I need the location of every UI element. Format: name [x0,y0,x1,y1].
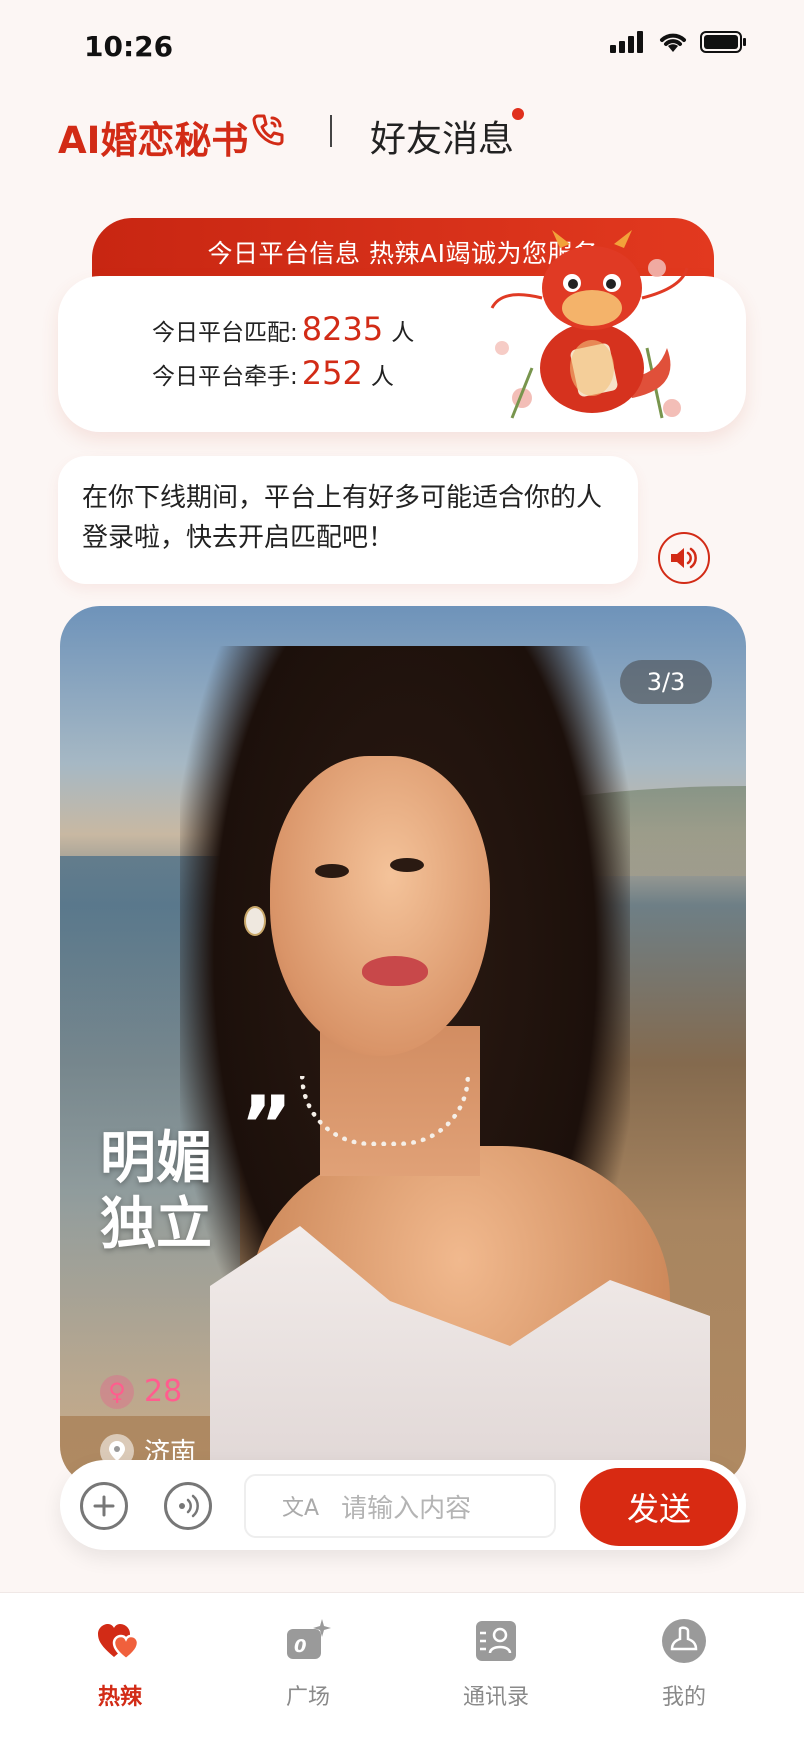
match-unit: 人 [391,320,415,346]
voice-input-button[interactable] [164,1482,212,1530]
gender-age: ♀ 28 [100,1374,182,1409]
status-bar: 10:26 [0,0,804,96]
photo-eye-right [390,858,424,872]
svg-text:0: 0 [294,1636,307,1657]
input-bar: 文A 请输入内容 发送 [60,1460,746,1550]
message-input[interactable]: 文A 请输入内容 [244,1474,556,1538]
app-title[interactable]: AI婚恋秘书 [58,110,248,164]
tab-label-mine: 我的 [661,1685,706,1710]
match-label: 今日平台匹配: [152,320,298,346]
play-audio-button[interactable] [658,532,710,584]
add-button[interactable] [80,1482,128,1530]
tab-mine[interactable]: 我的 [624,1617,744,1711]
send-button[interactable]: 发送 [580,1468,738,1546]
tagline-line-2: 独立 [100,1192,212,1257]
camera-sparkle-icon: 0 [287,1619,331,1659]
voice-wave-icon [179,1494,199,1518]
female-icon: ♀ [100,1374,134,1409]
header-divider [330,115,332,147]
hearts-icon [98,1624,140,1661]
contacts-icon [476,1621,516,1661]
speaker-icon [671,547,697,569]
tab-label-hot: 热辣 [97,1685,142,1710]
tab-label-contacts: 通讯录 [462,1685,529,1710]
hand-stat: 今日平台牵手: 252 人 [152,354,394,392]
tab-contacts[interactable]: 通讯录 [436,1617,556,1711]
photo-lips [362,956,428,986]
match-value: 8235 [301,310,384,348]
dragon-mascot-icon [490,230,689,419]
wifi-icon [660,33,686,52]
profile-icon [662,1619,706,1663]
hand-unit: 人 [370,364,394,390]
age-value: 28 [144,1374,183,1409]
match-stat: 今日平台匹配: 8235 人 [152,310,414,348]
photo-eye-left [315,864,349,878]
unread-dot [512,108,524,120]
header: AI婚恋秘书 好友消息 [0,100,804,170]
message-placeholder: 请输入内容 [341,1493,472,1524]
status-icons [610,30,748,54]
photo-earring [244,906,266,936]
hand-label: 今日平台牵手: [152,364,298,390]
profile-card[interactable]: 3/3 ” 明媚 独立 ♀ 28 济南 [60,606,746,1486]
tab-label-plaza: 广场 [285,1685,330,1710]
friends-messages-tab[interactable]: 好友消息 [370,110,514,162]
assistant-message: 在你下线期间，平台上有好多可能适合你的人登录啦，快去开启匹配吧！ [58,456,638,584]
photo-counter: 3/3 [620,660,712,704]
tab-plaza[interactable]: 0 广场 [248,1617,368,1711]
translate-icon[interactable]: 文A [282,1490,319,1522]
photo-face [270,756,490,1056]
status-time: 10:26 [84,30,174,63]
quote-mark: ” [240,1079,293,1172]
tab-hot[interactable]: 热辣 [60,1617,180,1711]
plus-icon [93,1495,115,1517]
profile-tagline: 明媚 独立 [100,1126,212,1258]
battery-icon [700,31,746,53]
tagline-line-1: 明媚 [100,1126,212,1191]
signal-icon [610,31,643,53]
phone-icon[interactable] [250,112,286,148]
bottom-tab-bar: 热辣 0 广场 通讯录 我的 [0,1592,804,1748]
hand-value: 252 [301,354,363,392]
